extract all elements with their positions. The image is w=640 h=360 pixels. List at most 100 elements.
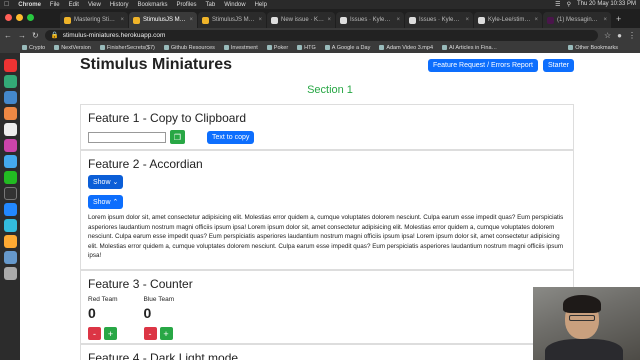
feature-request-button[interactable]: Feature Request / Errors Report [427,59,538,72]
menu-help[interactable]: Help [255,2,267,8]
address-bar[interactable]: 🔒 stimulus-miniatures.herokuapp.com [44,29,598,41]
app-icon[interactable] [3,91,17,104]
menu-dots-icon[interactable]: ⋮ [628,31,636,40]
browser-tab[interactable]: StimulusJS M… × [198,12,266,28]
wifi-icon[interactable]: ☰ [555,1,560,8]
menu-app-name[interactable]: Chrome [18,2,41,8]
bookmark-label: Poker [273,44,289,51]
app-icon[interactable] [3,107,17,120]
bookmark-item[interactable]: FinisherSecrets($7) [99,44,155,51]
browser-tab[interactable]: Issues · Kyle… × [336,12,404,28]
bookmark-label: Adam Video 3.mp4 [386,44,434,51]
menu-view[interactable]: View [88,2,101,8]
macos-menubar:  Chrome File Edit View History Bookmark… [0,0,640,9]
copy-input[interactable] [88,131,166,143]
star-icon[interactable]: ☆ [604,31,611,40]
browser-tab-active[interactable]: StimulusJS M… × [129,12,197,28]
app-icon[interactable] [3,123,17,136]
close-icon[interactable]: × [258,17,262,23]
browser-tab[interactable]: New issue · K… × [267,12,335,28]
feature2-title: Feature 2 - Accordian [88,157,203,171]
bookmark-item[interactable]: Investment [223,44,258,51]
show-button[interactable]: Show ⌃ [88,195,124,209]
terminal-icon[interactable] [3,187,17,200]
menu-edit[interactable]: Edit [69,2,79,8]
app-icon[interactable] [3,219,17,232]
zoom-window-button[interactable] [27,14,34,21]
red-plus-button[interactable]: + [104,327,117,340]
app-icon[interactable] [3,171,17,184]
app-icon[interactable] [3,203,17,216]
lock-icon[interactable]: 🔒 [51,31,59,39]
menu-profiles[interactable]: Profiles [177,2,197,8]
blue-plus-button[interactable]: + [159,327,173,340]
bookmark-label: Github Resources [170,44,215,51]
close-icon[interactable]: × [465,17,469,23]
bookmarks-bar: Crypto NextVersion FinisherSecrets($7) G… [0,42,640,53]
browser-tab[interactable]: Issues · Kyle… × [405,12,473,28]
menu-window[interactable]: Window [224,2,245,8]
extensions-icon[interactable]: ● [617,31,622,40]
close-window-button[interactable] [5,14,12,21]
menu-bookmarks[interactable]: Bookmarks [138,2,168,8]
browser-tab[interactable]: (1) Messagin… × [543,12,611,28]
bookmark-item[interactable]: Github Resources [163,44,215,51]
menu-file[interactable]: File [50,2,60,8]
bookmark-label: Other Bookmarks [575,44,618,51]
search-icon[interactable]: ⚲ [567,1,571,8]
app-icon[interactable] [3,75,17,88]
blue-minus-button[interactable]: - [143,327,157,340]
starter-button[interactable]: Starter [542,59,574,72]
app-icon[interactable] [3,251,17,264]
bookmark-item[interactable]: A Google a Day [324,45,370,51]
bookmark-label: HTG [304,44,316,51]
close-icon[interactable]: × [396,17,400,23]
accordion-toggle-row: Show ⌃ [88,195,573,209]
reload-icon[interactable]: ↻ [32,31,39,40]
bookmark-label: FinisherSecrets($7) [106,44,155,51]
browser-tab[interactable]: Kyle-Lee/stim… × [474,12,542,28]
tab-title: Issues · Kyle… [419,17,460,23]
minimize-window-button[interactable] [16,14,23,21]
tab-title: Kyle-Lee/stim… [488,17,531,23]
tab-favicon-icon [271,16,278,24]
close-icon[interactable]: × [189,17,193,23]
tab-title: StimulusJS M… [143,17,186,23]
feature1-title: Feature 1 - Copy to Clipboard [88,111,247,125]
bookmark-item[interactable]: AI Articles in Fina… [442,45,497,51]
menu-tab[interactable]: Tab [206,2,216,8]
red-minus-button[interactable]: - [88,327,101,340]
bookmark-item[interactable]: Crypto [22,45,45,51]
back-icon[interactable]: ← [4,31,12,40]
tab-favicon-icon [133,16,140,24]
bookmark-item[interactable]: Poker [266,44,289,51]
browser-tab[interactable]: Mastering Sti… × [60,12,128,28]
bookmark-item[interactable]: Adam Video 3.mp4 [379,45,433,51]
copy-row: ❐ Text to copy [88,130,573,144]
menu-history[interactable]: History [110,2,129,8]
bookmark-label: Investment [230,44,258,51]
forward-icon[interactable]: → [18,31,26,40]
close-icon[interactable]: × [534,17,538,23]
app-icon[interactable] [3,267,17,280]
app-icon[interactable] [3,139,17,152]
folder-icon [442,45,448,50]
bookmark-item[interactable]: HTG [297,45,316,51]
new-tab-button[interactable]: + [616,14,621,24]
close-icon[interactable]: × [327,17,331,23]
app-icon[interactable] [3,155,17,168]
other-bookmarks[interactable]: Other Bookmarks [568,45,618,51]
text-to-copy-button[interactable]: Text to copy [207,130,255,144]
feature3-title: Feature 3 - Counter [88,277,193,291]
clock[interactable]: Thu 20 May 10:33 PM [577,1,636,8]
bookmark-item[interactable]: NextVersion [54,45,91,51]
apple-icon[interactable]:  [4,1,9,8]
close-icon[interactable]: × [120,17,124,23]
clipboard-icon[interactable]: ❐ [170,130,185,144]
app-icon[interactable] [3,235,17,248]
app-icon[interactable] [3,59,17,72]
red-team-label: Red Team [88,296,118,303]
show-button[interactable]: Show ⌄ [88,175,124,189]
tab-favicon-icon [64,16,71,24]
close-icon[interactable]: × [603,17,607,23]
